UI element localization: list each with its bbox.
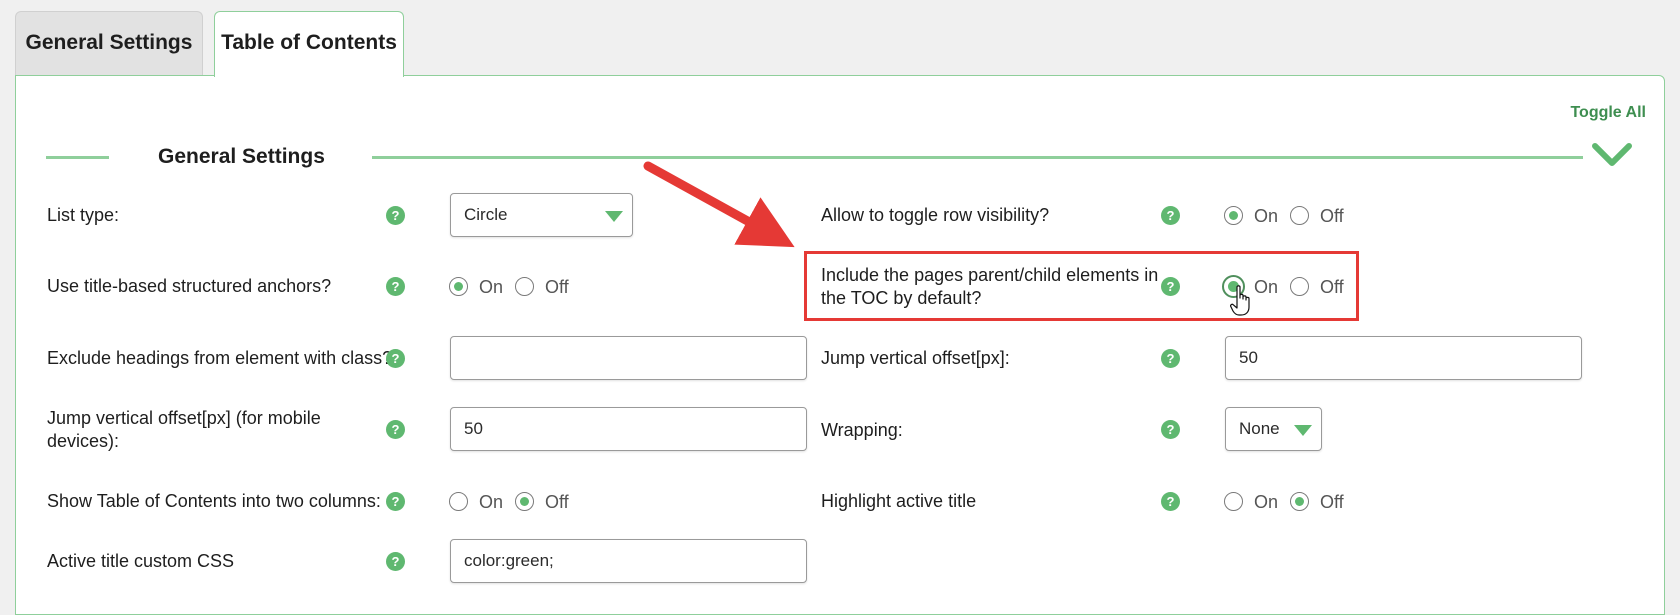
help-icon[interactable]: ?	[386, 349, 405, 368]
active-css-input[interactable]: color:green;	[450, 539, 807, 583]
dropdown-caret-icon	[605, 211, 623, 222]
toggle-row-off-label[interactable]: Off	[1320, 206, 1344, 226]
highlight-active-off-radio[interactable]	[1290, 492, 1309, 511]
jump-offset-mobile-label-line1: Jump vertical offset[px] (for mobile	[47, 408, 321, 428]
chevron-down-icon[interactable]	[1592, 142, 1632, 168]
two-columns-off-label[interactable]: Off	[545, 492, 569, 512]
annotation-highlight-box	[804, 251, 1359, 321]
title-anchors-on-radio[interactable]	[449, 277, 468, 296]
help-icon[interactable]: ?	[1161, 492, 1180, 511]
two-columns-off-radio[interactable]	[515, 492, 534, 511]
list-type-select[interactable]: Circle	[450, 193, 633, 237]
wrapping-value: None	[1239, 419, 1280, 438]
help-icon[interactable]: ?	[386, 492, 405, 511]
section-divider-right	[372, 156, 1583, 159]
help-icon[interactable]: ?	[1161, 206, 1180, 225]
tab-table-of-contents[interactable]: Table of Contents	[214, 11, 404, 77]
toggle-row-on-label[interactable]: On	[1254, 206, 1278, 226]
highlight-active-off-label[interactable]: Off	[1320, 492, 1344, 512]
toggle-row-label: Allow to toggle row visibility?	[821, 205, 1050, 225]
section-title: General Settings	[158, 145, 325, 168]
highlight-active-on-label[interactable]: On	[1254, 492, 1278, 512]
list-type-label: List type:	[47, 205, 120, 225]
help-icon[interactable]: ?	[386, 277, 405, 296]
title-anchors-on-label[interactable]: On	[479, 277, 503, 297]
title-anchors-off-label[interactable]: Off	[545, 277, 569, 297]
title-anchors-off-radio[interactable]	[515, 277, 534, 296]
exclude-headings-label: Exclude headings from element with class…	[47, 348, 393, 368]
two-columns-on-radio[interactable]	[449, 492, 468, 511]
two-columns-on-label[interactable]: On	[479, 492, 503, 512]
help-icon[interactable]: ?	[386, 206, 405, 225]
list-type-value: Circle	[464, 205, 508, 224]
help-icon[interactable]: ?	[386, 552, 405, 571]
toggle-row-off-radio[interactable]	[1290, 206, 1309, 225]
highlight-active-label: Highlight active title	[821, 491, 977, 511]
exclude-headings-input[interactable]	[450, 336, 807, 380]
jump-offset-input[interactable]: 50	[1225, 336, 1582, 380]
help-icon[interactable]: ?	[386, 420, 405, 439]
jump-offset-mobile-input[interactable]: 50	[450, 407, 807, 451]
toggle-row-on-radio[interactable]	[1224, 206, 1243, 225]
wrapping-label: Wrapping:	[821, 420, 903, 440]
help-icon[interactable]: ?	[1161, 349, 1180, 368]
jump-offset-label: Jump vertical offset[px]:	[821, 348, 1010, 368]
title-anchors-label: Use title-based structured anchors?	[47, 276, 332, 296]
section-divider-left	[46, 156, 109, 159]
jump-offset-mobile-label-line2: devices):	[47, 431, 120, 451]
hand-cursor-icon	[1230, 285, 1250, 316]
two-columns-label: Show Table of Contents into two columns:	[47, 491, 381, 511]
highlight-active-on-radio[interactable]	[1224, 492, 1243, 511]
help-icon[interactable]: ?	[1161, 420, 1180, 439]
toggle-all-link[interactable]: Toggle All	[1570, 104, 1646, 122]
tab-general-settings[interactable]: General Settings	[15, 11, 203, 75]
wrapping-select[interactable]: None	[1225, 407, 1322, 451]
active-css-label: Active title custom CSS	[47, 551, 235, 571]
dropdown-caret-icon	[1294, 425, 1312, 436]
